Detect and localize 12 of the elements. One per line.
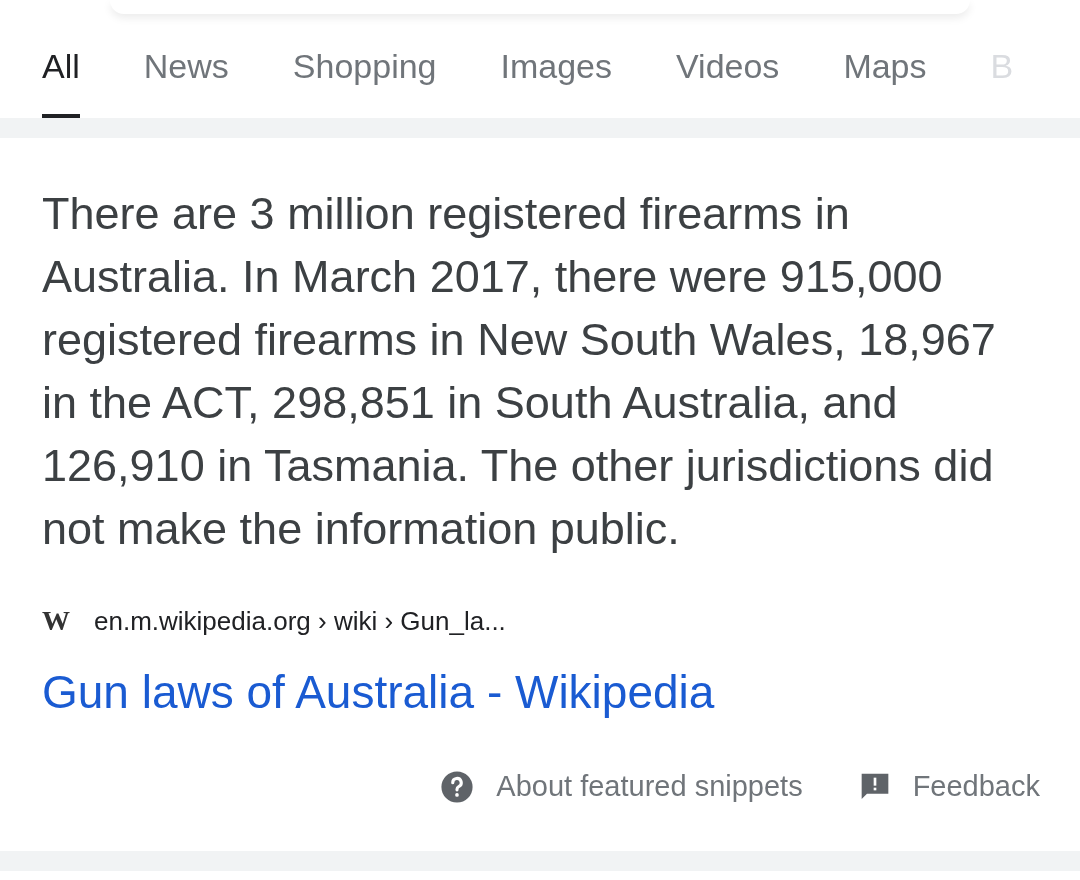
result-link[interactable]: Gun laws of Australia - Wikipedia	[42, 658, 715, 727]
tab[interactable]: News	[143, 14, 229, 118]
about-snippets-button[interactable]: About featured snippets	[440, 765, 803, 809]
help-icon	[440, 769, 475, 804]
tab[interactable]: Images	[500, 14, 612, 118]
snippet-text: There are 3 million registered firearms in Australia. In March 2017, there were 915,000 registered firearms in New South Wales, 18,967 in the ACT, 298,851 in South Australia, and 126,910 in Tasmania. The other jurisdictions did not make the information public.	[41, 187, 997, 556]
feedback-button[interactable]: Feedback	[858, 765, 1040, 809]
tab[interactable]: Videos	[676, 14, 780, 118]
wikipedia-icon: W	[42, 600, 70, 642]
breadcrumb: en.m.wikipedia.org › wiki › Gun_la...	[94, 604, 506, 638]
tab[interactable]: Shopping	[292, 14, 437, 118]
tab[interactable]: Maps	[843, 14, 927, 118]
